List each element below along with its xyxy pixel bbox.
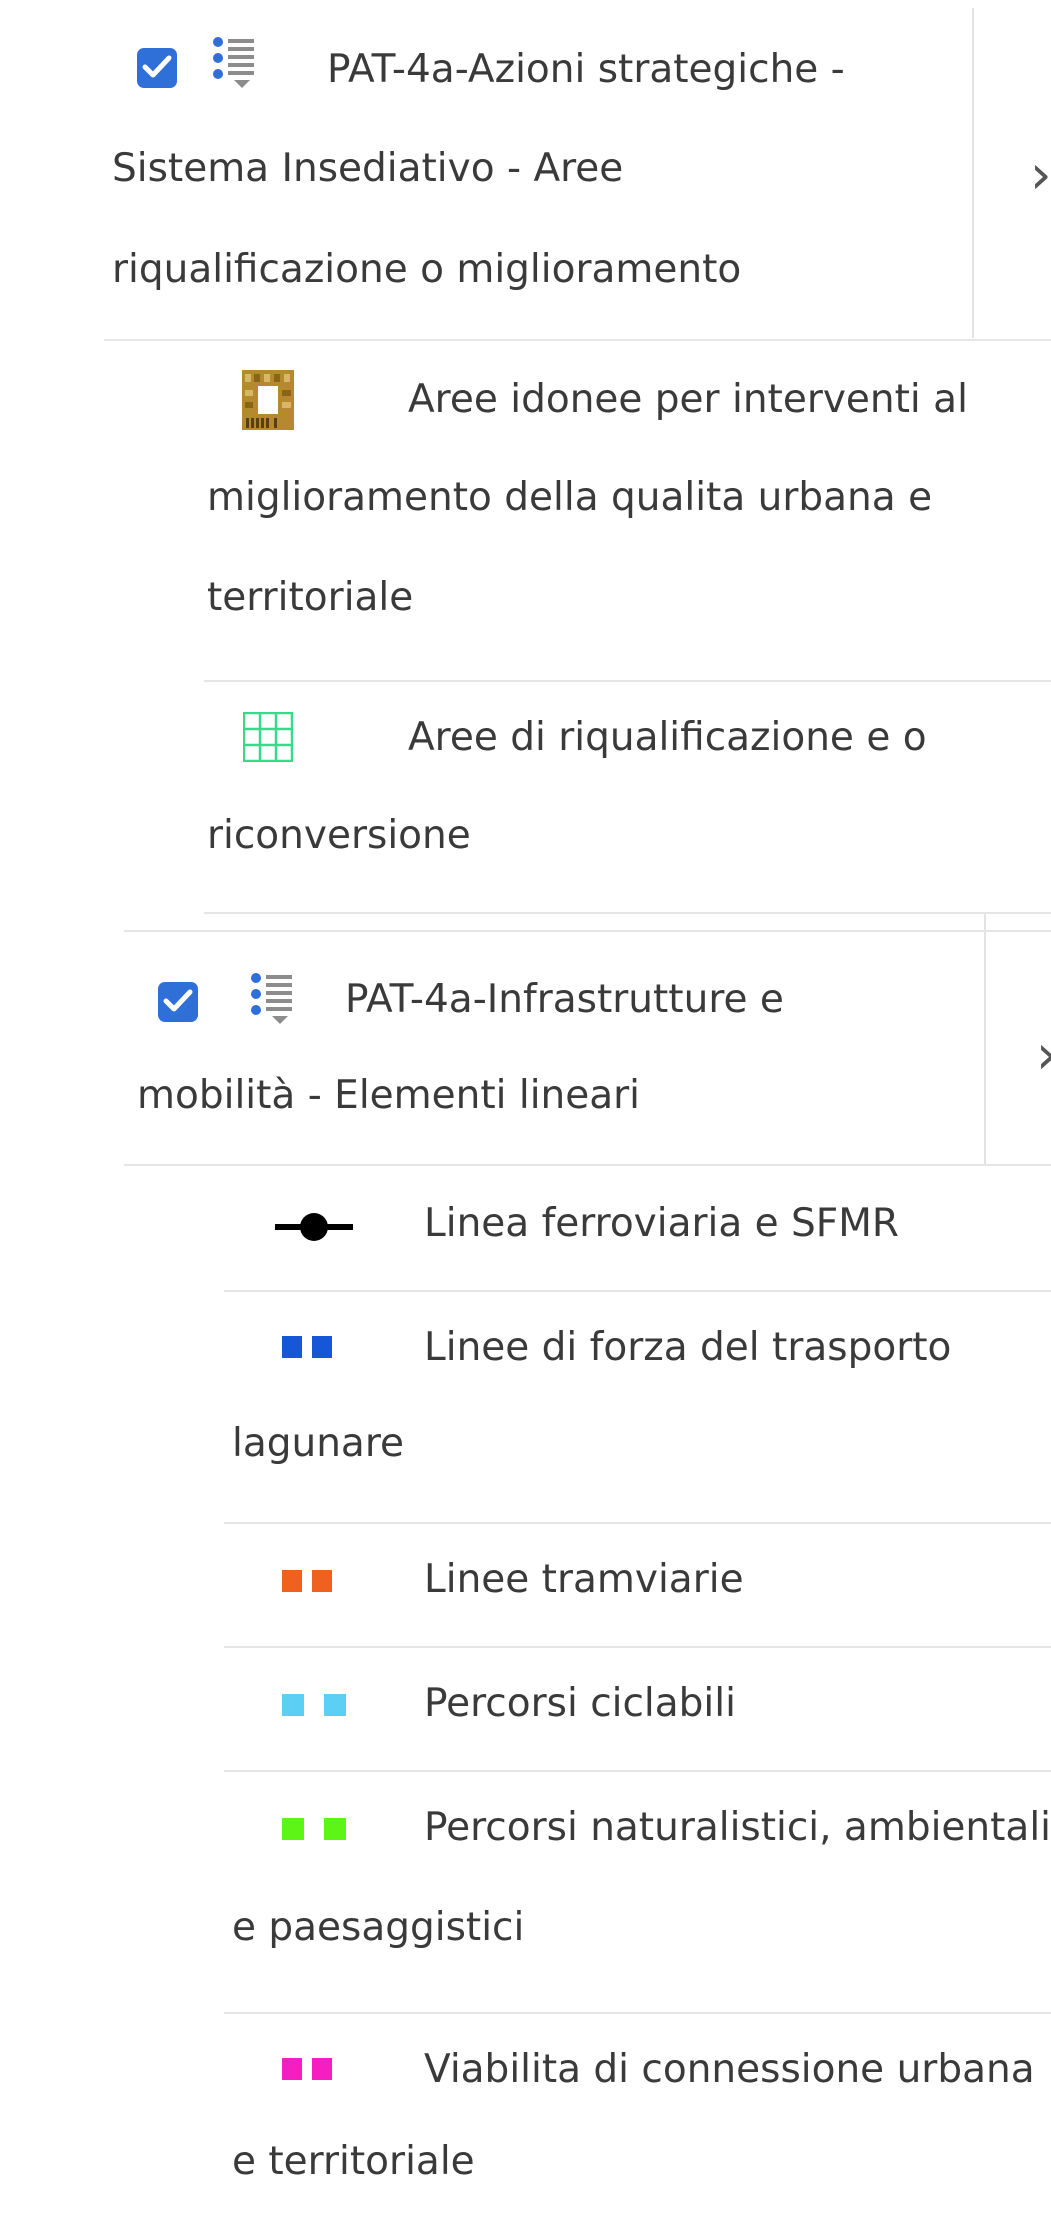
legend-list-icon — [251, 973, 292, 1024]
chevron-right-icon[interactable]: › — [1036, 1028, 1051, 1082]
legend-item-label: Aree idonee per interventi al — [408, 377, 968, 422]
legend-item-label: miglioramento della qualita urbana e — [207, 475, 933, 520]
legend-item-label: Percorsi naturalistici, ambientali — [424, 1805, 1051, 1850]
legend-item-label: Aree di riqualificazione e o — [408, 715, 927, 760]
dashed-line-icon — [282, 1694, 346, 1716]
legend-item-label: territoriale — [207, 575, 414, 620]
divider — [104, 339, 1051, 341]
dashed-line-icon — [282, 1818, 346, 1840]
green-grid-icon — [243, 712, 293, 762]
layer-checkbox[interactable] — [137, 48, 177, 88]
layer-title-line: PAT-4a-Azioni strategiche - — [327, 47, 845, 92]
legend-item-label: Linee tramviarie — [424, 1557, 744, 1602]
legend-item: Linee di forza del trasporto lagunare — [0, 1292, 1051, 1524]
layer-group-azioni-strategiche[interactable]: PAT-4a-Azioni strategiche - Sistema Inse… — [0, 0, 1051, 340]
layer-checkbox[interactable] — [158, 982, 198, 1022]
legend-item-label: Linea ferroviaria e SFMR — [424, 1201, 899, 1246]
gold-pattern-square-icon — [242, 370, 294, 430]
legend-item: Linee tramviarie — [0, 1524, 1051, 1648]
legend-item: Aree di riqualificazione e o riconversio… — [0, 682, 1051, 912]
checkmark-icon — [142, 55, 172, 78]
checkmark-icon — [163, 989, 193, 1012]
divider — [124, 930, 1051, 932]
rail-line-icon — [275, 1213, 353, 1241]
dashed-line-icon — [282, 1336, 332, 1358]
layer-title-line: PAT-4a-Infrastrutture e — [345, 977, 784, 1022]
column-divider — [984, 934, 986, 1164]
divider — [204, 912, 1051, 914]
legend-item: Aree idonee per interventi al migliorame… — [0, 342, 1051, 680]
legend-item: Linea ferroviaria e SFMR — [0, 1166, 1051, 1290]
legend-item-label: riconversione — [207, 813, 471, 858]
legend-item-label: Linee di forza del trasporto — [424, 1325, 952, 1370]
legend-item-label: e territoriale — [232, 2139, 475, 2184]
legend-item: Percorsi naturalistici, ambientali e pae… — [0, 1772, 1051, 2012]
layer-title-line: Sistema Insediativo - Aree — [112, 146, 624, 191]
dashed-line-icon — [282, 1570, 332, 1592]
legend-item: Viabilita di connessione urbana e territ… — [0, 2014, 1051, 2214]
legend-list-icon — [213, 37, 254, 88]
legend-item-label: Percorsi ciclabili — [424, 1681, 736, 1726]
legend-item-label: Viabilita di connessione urbana — [424, 2047, 1035, 2092]
column-divider — [972, 8, 974, 338]
layer-title-line: riqualificazione o miglioramento — [112, 247, 742, 292]
layer-title-line: mobilità - Elementi lineari — [137, 1073, 641, 1118]
legend-item-label: e paesaggistici — [232, 1905, 525, 1950]
legend-item-label: lagunare — [232, 1421, 404, 1466]
layer-group-infrastrutture-mobilita[interactable]: PAT-4a-Infrastrutture e mobilità - Eleme… — [0, 930, 1051, 1164]
chevron-right-icon[interactable]: › — [1030, 148, 1051, 202]
dashed-line-icon — [282, 2058, 332, 2080]
legend-item: Percorsi ciclabili — [0, 1648, 1051, 1772]
